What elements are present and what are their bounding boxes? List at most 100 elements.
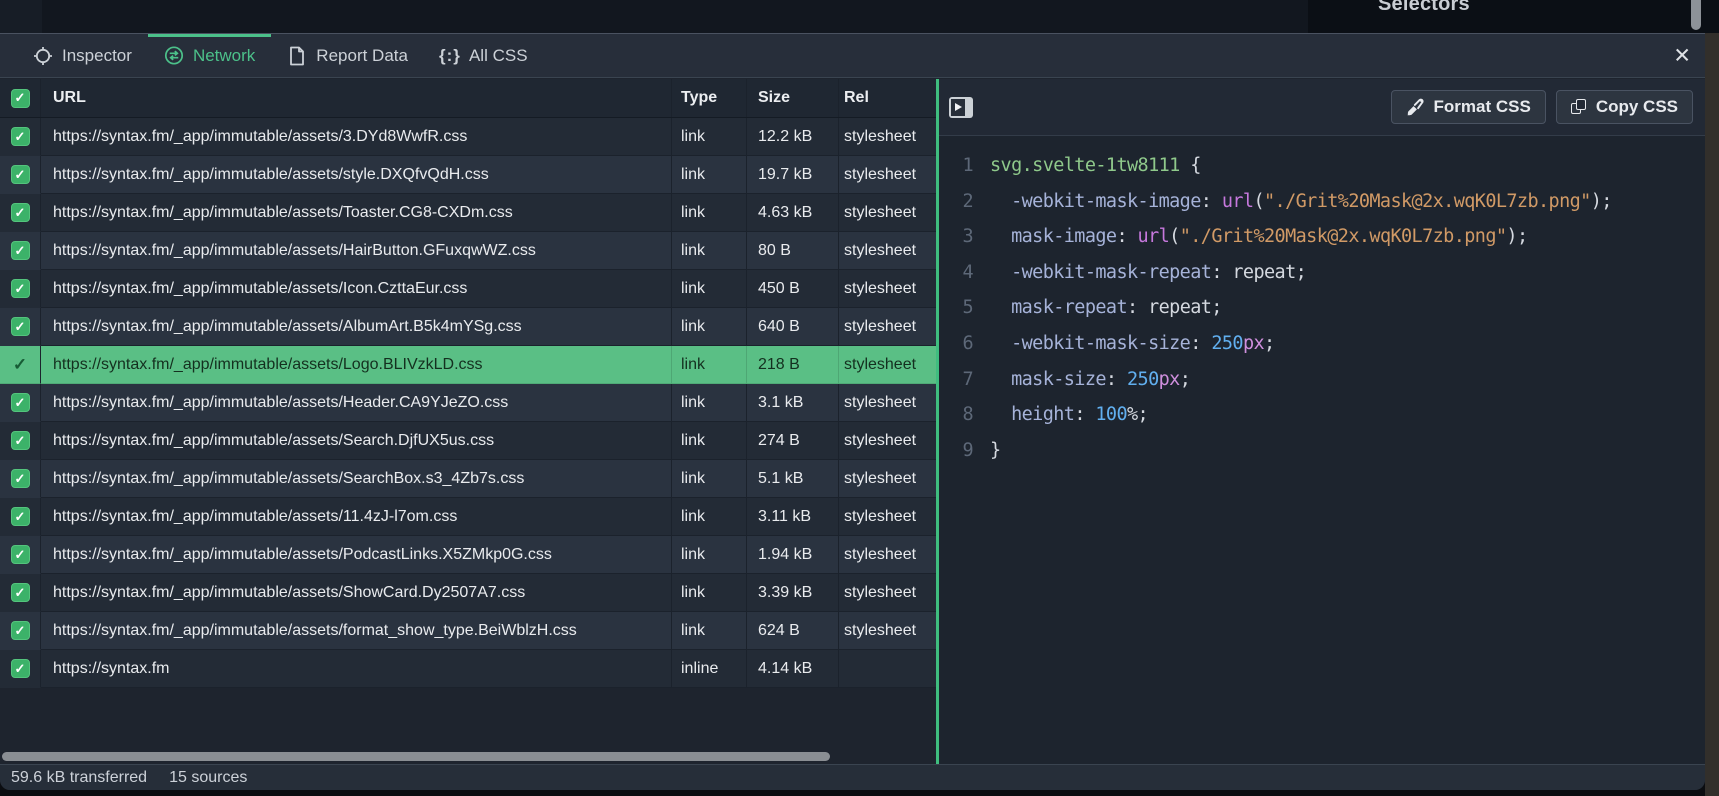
row-size-cell: 3.39 kB [746,574,838,612]
row-url-cell: https://syntax.fm/_app/immutable/assets/… [41,308,671,346]
row-size-cell: 4.63 kB [746,194,838,232]
code-text: -webkit-mask-repeat: repeat; [990,255,1306,291]
row-checkbox-cell[interactable]: ✓ [0,460,41,498]
tab-label: Report Data [316,46,408,66]
checkbox-icon[interactable]: ✓ [11,507,30,526]
row-type-cell: link [671,536,746,574]
table-row[interactable]: ✓https://syntax.fm/_app/immutable/assets… [0,498,936,536]
table-row[interactable]: ✓https://syntax.fm/_app/immutable/assets… [0,156,936,194]
table-row[interactable]: ✓ https://syntax.fm/_app/immutable/assets… [0,574,936,612]
background-selectors-heading: Selectors [1378,0,1598,16]
horizontal-scrollbar[interactable] [0,752,936,762]
checkbox-icon[interactable]: ✓ [11,317,30,336]
table-row[interactable]: ✓ https://syntax.fm/_app/immutable/assets… [0,118,936,156]
tab-network[interactable]: Network [148,34,271,78]
row-rel-cell: stylesheet [838,574,936,612]
tab-report-data[interactable]: Report Data [271,34,424,78]
checkbox-icon[interactable]: ✓ [11,469,30,488]
row-checkbox-cell[interactable]: ✓ [0,422,41,460]
copy-css-button[interactable]: Copy CSS [1556,90,1693,124]
table-row[interactable]: ✓https://syntax.fm/_app/immutable/assets… [0,346,936,384]
page-vertical-scrollbar[interactable] [1691,0,1701,30]
row-checkbox-cell[interactable]: ✓ [0,650,41,688]
table-row[interactable]: ✓https://syntax.fm/_app/immutable/assets… [0,194,936,232]
tab-label: Network [193,46,255,66]
checkbox-icon[interactable]: ✓ [11,241,30,260]
close-icon[interactable]: ✕ [1673,45,1691,66]
tab-inspector[interactable]: Inspector [17,34,148,78]
table-row[interactable]: ✓https://syntax.fm/_app/immutable/assets… [0,232,936,270]
expand-panel-icon[interactable] [949,97,973,118]
checkbox-icon[interactable]: ✓ [11,127,30,146]
row-checkbox-cell[interactable]: ✓ [0,232,41,270]
row-checkbox-cell[interactable]: ✓ [0,194,41,232]
row-rel-cell: stylesheet [838,194,936,232]
row-size-cell: 3.1 kB [746,384,838,422]
row-checkbox-cell[interactable]: ✓ [0,384,41,422]
row-rel-cell [838,650,936,688]
row-type-cell: inline [671,650,746,688]
horizontal-scrollbar-thumb[interactable] [2,752,830,761]
row-url-cell: https://syntax.fm [41,650,671,688]
row-checkbox-cell[interactable]: ✓ [0,118,41,156]
column-header-size[interactable]: Size [746,79,838,117]
row-checkbox-cell[interactable]: ✓ [0,612,41,650]
row-checkbox-cell[interactable]: ✓ [0,536,41,574]
table-row[interactable]: ✓https://syntax.fm/_app/immutable/assets… [0,384,936,422]
row-url-cell: https://syntax.fm/_app/immutable/assets/… [41,118,671,156]
copy-css-label: Copy CSS [1596,97,1678,117]
checkbox-icon[interactable]: ✓ [11,621,30,640]
checkbox-icon[interactable]: ✓ [11,431,30,450]
table-row[interactable]: ✓https://syntax.fm/_app/immutable/assets… [0,460,936,498]
line-number: 4 [951,255,973,291]
row-type-cell: link [671,232,746,270]
line-number: 3 [951,219,973,255]
table-row[interactable]: ✓ https://syntax.fm/_app/immutable/assets… [0,308,936,346]
row-checkbox-cell[interactable]: ✓ [0,270,41,308]
row-type-cell: link [671,270,746,308]
row-url-cell: https://syntax.fm/_app/immutable/assets/… [41,574,671,612]
row-rel-cell: stylesheet [838,384,936,422]
checkbox-icon[interactable]: ✓ [11,279,30,298]
checkbox-icon[interactable]: ✓ [11,659,30,678]
row-rel-cell: stylesheet [838,270,936,308]
checkbox-icon[interactable]: ✓ [11,203,30,222]
row-size-cell: 274 B [746,422,838,460]
row-checkbox-cell[interactable]: ✓ [0,498,41,536]
css-code-area[interactable]: 1svg.svelte-1tw8111 {2 -webkit-mask-imag… [939,137,1705,764]
table-row[interactable]: ✓https://syntax.fm/_app/immutable/assets… [0,270,936,308]
checkbox-icon[interactable]: ✓ [11,583,30,602]
code-line: 8 height: 100%; [939,397,1705,433]
table-row[interactable]: ✓https://syntax.fm/_app/immutable/assets… [0,422,936,460]
column-header-url[interactable]: URL [41,79,671,117]
code-text: svg.svelte-1tw8111 { [990,148,1201,184]
row-checkbox-cell[interactable]: ✓ [0,308,41,346]
transferred-total: 59.6 kB transferred [11,769,147,787]
table-row[interactable]: ✓ https://syntax.fm/_app/immutable/assets… [0,536,936,574]
table-row[interactable]: ✓https://syntax.fminline4.14 kB [0,650,936,688]
checkbox-icon[interactable]: ✓ [11,545,30,564]
checkbox-icon[interactable]: ✓ [11,393,30,412]
row-checkbox-cell[interactable]: ✓ [0,346,41,384]
row-type-cell: link [671,612,746,650]
row-url-cell: https://syntax.fm/_app/immutable/assets/… [41,536,671,574]
column-header-rel[interactable]: Rel [838,79,936,117]
line-number: 8 [951,397,973,433]
column-header-type[interactable]: Type [671,79,746,117]
row-rel-cell: stylesheet [838,612,936,650]
tab-all-css[interactable]: {:} All CSS [424,34,544,78]
document-icon [287,46,307,66]
paintbrush-icon [1406,98,1425,117]
format-css-button[interactable]: Format CSS [1391,90,1546,124]
row-type-cell: link [671,460,746,498]
format-css-label: Format CSS [1434,97,1531,117]
table-row[interactable]: ✓https://syntax.fm/_app/immutable/assets… [0,612,936,650]
row-type-cell: link [671,574,746,612]
checkmark-icon[interactable]: ✓ [13,355,27,375]
row-type-cell: link [671,308,746,346]
row-checkbox-cell[interactable]: ✓ [0,156,41,194]
row-checkbox-cell[interactable]: ✓ [0,574,41,612]
checkbox-icon[interactable]: ✓ [11,165,30,184]
row-size-cell: 12.2 kB [746,118,838,156]
select-all-checkbox[interactable]: ✓ [0,79,41,117]
